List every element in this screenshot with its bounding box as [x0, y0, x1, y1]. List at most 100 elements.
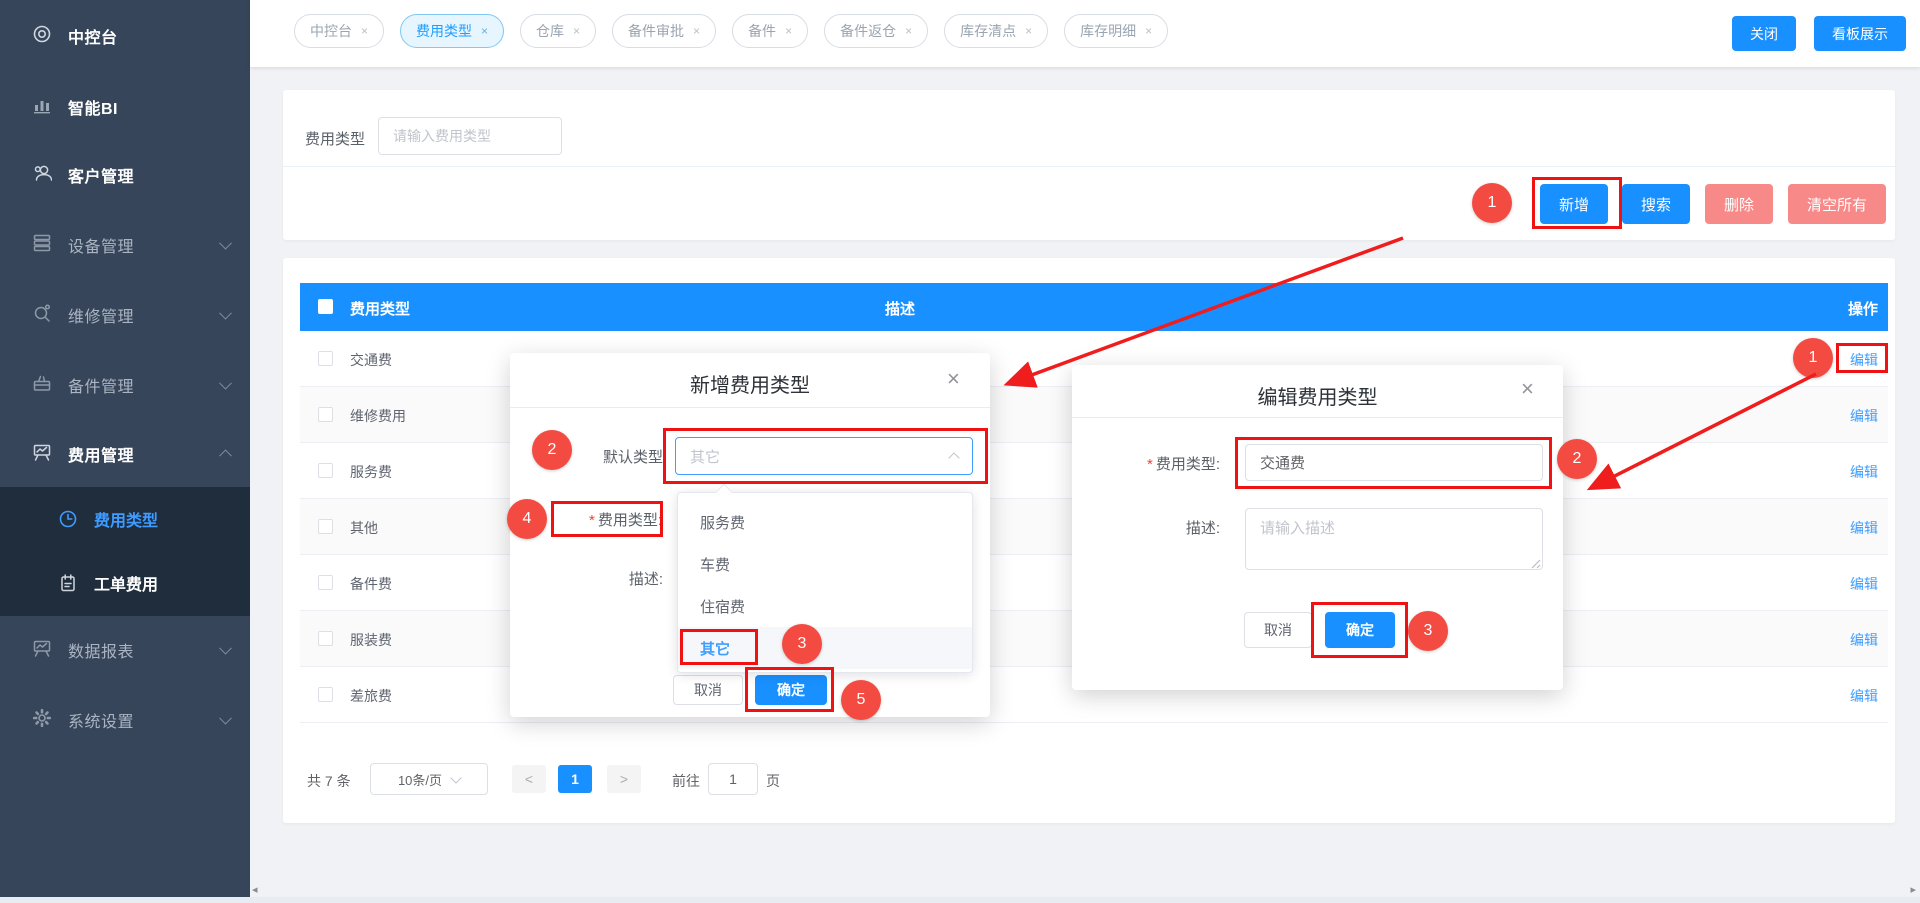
edit-link[interactable]: 编辑	[1850, 518, 1878, 538]
option-service-fee[interactable]: 服务费	[678, 501, 972, 543]
add-button[interactable]: 新增	[1540, 184, 1608, 224]
row-checkbox[interactable]	[318, 463, 333, 478]
tab-warehouse[interactable]: 仓库 ×	[520, 14, 596, 48]
close-icon[interactable]: ×	[947, 368, 960, 390]
cancel-button[interactable]: 取消	[673, 675, 743, 705]
row-checkbox[interactable]	[318, 519, 333, 534]
scroll-right-icon[interactable]: ▸	[1910, 883, 1916, 896]
delete-button[interactable]: 删除	[1705, 184, 1773, 224]
sidebar-item-repairs[interactable]: 维修管理	[0, 290, 250, 340]
option-car-fee[interactable]: 车费	[678, 543, 972, 585]
close-icon[interactable]: ×	[693, 24, 700, 38]
column-header-desc: 描述	[860, 298, 940, 319]
sidebar-item-expenses[interactable]: 费用管理	[0, 429, 250, 479]
sidebar-item-console[interactable]: 中控台	[0, 11, 250, 61]
tab-spare-return[interactable]: 备件返仓 ×	[824, 14, 928, 48]
prev-page-button[interactable]: <	[512, 765, 546, 793]
page-size-select[interactable]: 10条/页	[370, 763, 488, 795]
sidebar-item-label: 智能BI	[68, 95, 118, 119]
close-icon[interactable]: ×	[785, 24, 792, 38]
toolbox-icon	[32, 373, 52, 398]
default-type-dropdown: 服务费 车费 住宿费 其它	[677, 492, 973, 673]
sidebar-item-label: 设备管理	[68, 233, 134, 257]
option-lodging-fee[interactable]: 住宿费	[678, 585, 972, 627]
sidebar-item-label: 费用管理	[68, 442, 134, 466]
page-size-value: 10条/页	[398, 770, 442, 789]
edit-link[interactable]: 编辑	[1850, 350, 1878, 370]
header-actions: 关闭 看板展示	[1732, 16, 1906, 51]
row-checkbox[interactable]	[318, 407, 333, 422]
sidebar-item-spares[interactable]: 备件管理	[0, 360, 250, 410]
tab-stock-detail[interactable]: 库存明细 ×	[1064, 14, 1168, 48]
current-page[interactable]: 1	[558, 765, 592, 793]
expense-type-label: *费用类型:	[558, 509, 662, 530]
sidebar-item-label: 备件管理	[68, 373, 134, 397]
tab-expense-type[interactable]: 费用类型 ×	[400, 14, 504, 48]
edit-link[interactable]: 编辑	[1850, 686, 1878, 706]
cancel-button[interactable]: 取消	[1244, 612, 1312, 648]
kanban-display-button[interactable]: 看板展示	[1814, 16, 1906, 51]
tab-spare-approval[interactable]: 备件审批 ×	[612, 14, 716, 48]
edit-expense-type-modal: 编辑费用类型 × *费用类型: 描述: 取消 确定	[1072, 365, 1563, 690]
expense-type-input[interactable]	[1245, 444, 1543, 481]
sidebar-item-customers[interactable]: 客户管理	[0, 150, 250, 200]
close-tabs-button[interactable]: 关闭	[1732, 16, 1796, 51]
gear-icon	[32, 708, 52, 733]
close-icon[interactable]: ×	[1145, 24, 1152, 38]
sidebar-item-bi[interactable]: 智能BI	[0, 82, 250, 132]
close-icon[interactable]: ×	[573, 24, 580, 38]
edit-link[interactable]: 编辑	[1850, 630, 1878, 650]
close-icon[interactable]: ×	[361, 24, 368, 38]
goto-label: 前往	[672, 771, 700, 791]
tab-label: 库存清点	[960, 21, 1016, 41]
tab-stock-count[interactable]: 库存清点 ×	[944, 14, 1048, 48]
sidebar-item-reports[interactable]: 数据报表	[0, 625, 250, 675]
option-other[interactable]: 其它	[678, 627, 972, 669]
resize-handle-icon[interactable]	[1531, 556, 1541, 574]
sidebar-item-devices[interactable]: 设备管理	[0, 220, 250, 270]
tab-label: 库存明细	[1080, 21, 1136, 41]
row-checkbox[interactable]	[318, 351, 333, 366]
close-icon[interactable]: ×	[481, 24, 488, 38]
filter-card: 费用类型 新增 搜索 删除 清空所有	[283, 90, 1895, 240]
clear-all-button[interactable]: 清空所有	[1788, 184, 1886, 224]
edit-link[interactable]: 编辑	[1850, 406, 1878, 426]
column-header-type: 费用类型	[350, 298, 410, 319]
chevron-up-icon	[219, 449, 232, 462]
confirm-button[interactable]: 确定	[755, 675, 827, 705]
tab-label: 备件返仓	[840, 21, 896, 41]
sidebar-item-settings[interactable]: 系统设置	[0, 695, 250, 745]
close-icon[interactable]: ×	[1521, 378, 1534, 400]
tab-spares[interactable]: 备件 ×	[732, 14, 808, 48]
sidebar-item-workorder-expense[interactable]: 工单费用	[0, 551, 250, 615]
row-checkbox[interactable]	[318, 631, 333, 646]
close-icon[interactable]: ×	[1025, 24, 1032, 38]
goto-page-input[interactable]	[708, 763, 758, 795]
edit-link[interactable]: 编辑	[1850, 462, 1878, 482]
chevron-down-icon	[219, 237, 232, 250]
expense-type-label: *费用类型:	[1100, 453, 1220, 474]
cell-expense-type: 差旅费	[350, 686, 392, 706]
tab-console[interactable]: 中控台 ×	[294, 14, 384, 48]
edit-link[interactable]: 编辑	[1850, 574, 1878, 594]
default-type-select[interactable]: 其它	[675, 437, 973, 475]
table-header-row: 费用类型 描述 操作	[300, 283, 1888, 331]
row-checkbox[interactable]	[318, 575, 333, 590]
select-all-checkbox[interactable]	[318, 299, 333, 314]
desc-textarea[interactable]	[1245, 508, 1543, 570]
tab-label: 中控台	[310, 21, 352, 41]
sidebar-item-expense-type[interactable]: 费用类型	[0, 487, 250, 551]
search-button[interactable]: 搜索	[1622, 184, 1690, 224]
cell-expense-type: 服务费	[350, 462, 392, 482]
sidebar-item-label: 数据报表	[68, 638, 134, 662]
horizontal-scrollbar[interactable]: ◂ ▸	[250, 882, 1920, 897]
close-icon[interactable]: ×	[905, 24, 912, 38]
next-page-button[interactable]: >	[607, 765, 641, 793]
scroll-left-icon[interactable]: ◂	[252, 883, 258, 896]
app-window: 中控台 智能BI 客户管理 设备管理	[0, 0, 1920, 903]
sidebar-item-label: 客户管理	[68, 163, 134, 187]
confirm-button[interactable]: 确定	[1325, 612, 1395, 648]
row-checkbox[interactable]	[318, 687, 333, 702]
server-icon	[32, 233, 52, 258]
expense-type-filter-input[interactable]	[378, 117, 562, 155]
